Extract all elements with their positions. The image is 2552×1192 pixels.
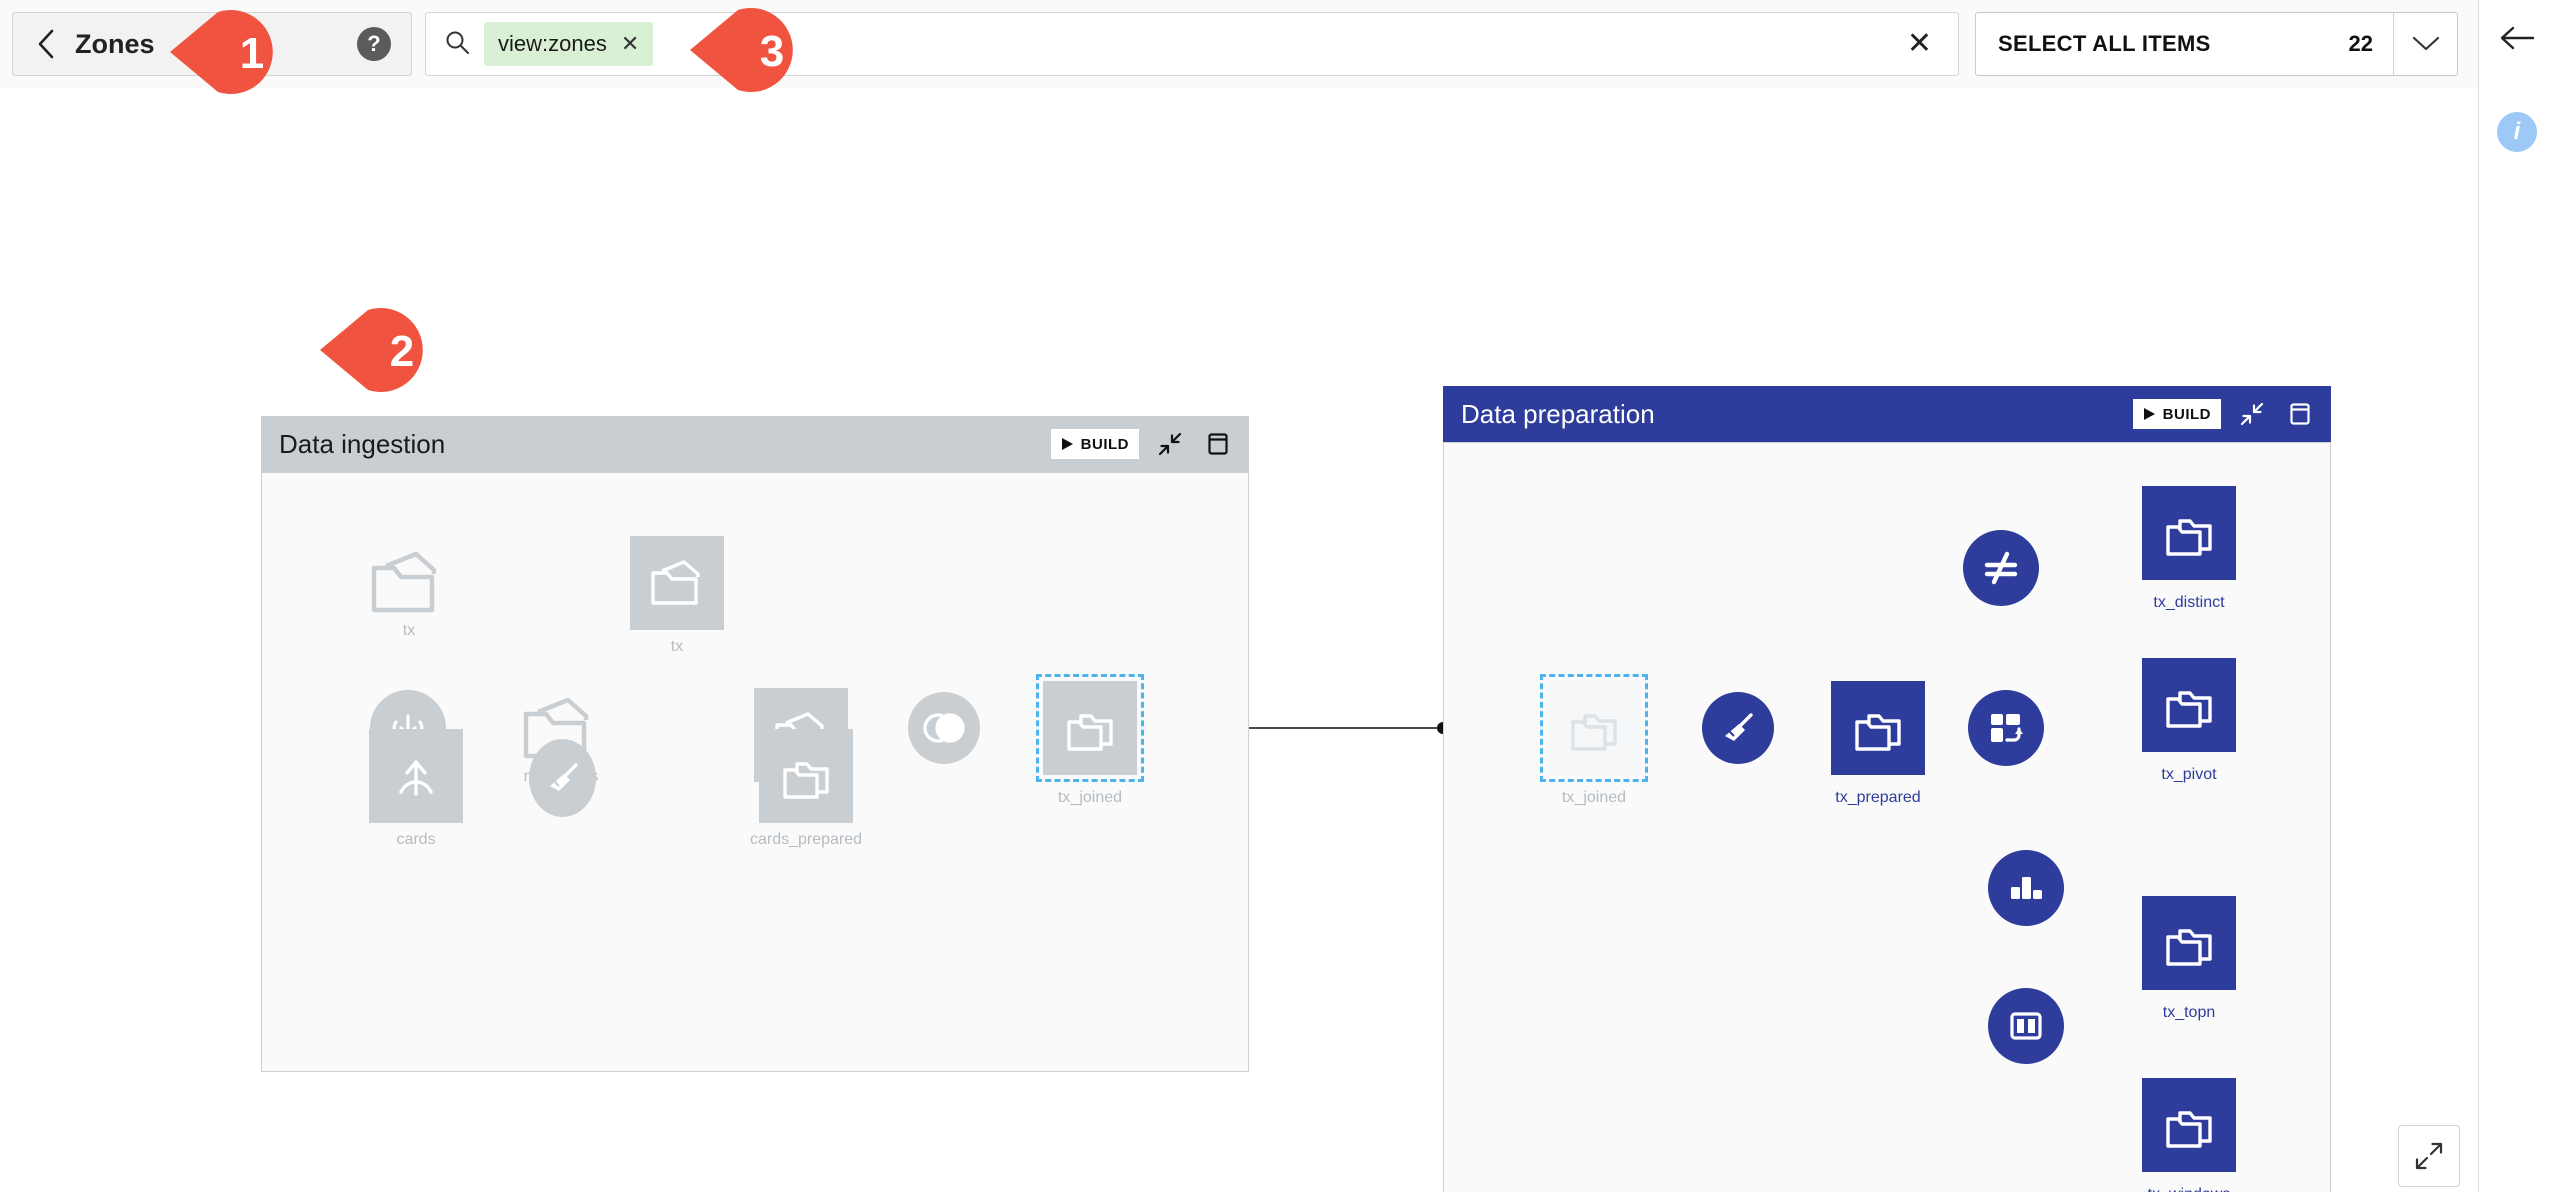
node-tx-distinct-dataset[interactable] [2142,486,2236,580]
window-columns-icon [2010,1012,2042,1040]
window-icon[interactable] [1201,427,1235,461]
node-cards-prepared-dataset[interactable] [759,729,853,823]
node-label: tx [670,638,684,655]
question-mark-icon[interactable]: ? [357,27,391,61]
callout-number: 2 [390,327,414,376]
node-tx-dataset[interactable] [630,536,724,630]
clear-search-icon[interactable]: ✕ [1899,29,1940,59]
window-icon[interactable] [2283,397,2317,431]
node-cards-dataset[interactable] [369,729,463,823]
arrow-left-icon[interactable] [2495,16,2539,60]
collapse-arrows-icon[interactable] [1153,427,1187,461]
select-all-label: SELECT ALL ITEMS [1998,31,2211,56]
node-prepare-recipe[interactable] [529,739,596,817]
node-tx-topn-dataset[interactable] [2142,896,2236,990]
node-tx-windows-dataset[interactable] [2142,1078,2236,1172]
callout-number: 3 [760,27,784,76]
app-root: Zones ? By value [0,0,2552,1192]
broom-icon [549,763,578,791]
collapse-arrows-icon[interactable] [2235,397,2269,431]
callout-2: 2 [320,308,423,392]
node-label: tx_distinct [2153,594,2225,611]
search-bar: view:zones ✕ ✕ [425,12,1959,76]
node-tx-pivot-dataset[interactable] [2142,658,2236,752]
right-rail: i [2478,0,2552,1192]
play-icon [2143,408,2155,420]
chevron-down-icon[interactable] [2393,13,2457,75]
node-tx-source[interactable] [368,548,450,623]
node-distinct-recipe[interactable] [1963,530,2039,606]
not-equal-icon [1984,551,2018,585]
node-label: tx_pivot [2161,766,2217,783]
node-tx-joined-dataset[interactable] [1036,674,1144,782]
search-filter-chip[interactable]: view:zones ✕ [484,22,654,66]
build-label: BUILD [1080,435,1129,453]
zone-header: Data preparation BUILD [1443,386,2331,442]
node-label: tx [402,622,416,639]
search-chip-label: view:zones [498,31,607,56]
play-icon [1061,438,1073,450]
flow-canvas[interactable]: Data ingestion BUILD Data preparation BU… [0,88,2478,1192]
search-icon [444,29,470,60]
callout-number: 1 [240,29,264,78]
select-all-items-control[interactable]: SELECT ALL ITEMS 22 [1975,12,2458,76]
callout-1: 1 [170,10,273,95]
node-label: tx_joined [1561,789,1627,806]
build-label: BUILD [2162,405,2211,423]
node-tx-prepared-dataset[interactable] [1831,681,1925,775]
node-topn-recipe[interactable] [1988,850,2064,926]
bar-chart-icon [2011,877,2042,899]
venn-join-icon [923,713,965,743]
zone-header: Data ingestion BUILD [261,416,1249,472]
info-icon[interactable]: i [2497,112,2537,152]
expand-diagonal-icon [2415,1142,2443,1170]
chevron-left-icon[interactable] [33,29,59,59]
zone-build-button[interactable]: BUILD [2132,399,2221,429]
node-label: tx_joined [1057,789,1123,806]
upload-icon [399,760,433,796]
zone-build-button[interactable]: BUILD [1050,429,1139,459]
node-label: tx_topn [2162,1004,2216,1021]
node-label: tx_windows [2148,1186,2231,1192]
pivot-icon [1991,714,2023,742]
node-label: tx_prepared [1835,789,1921,806]
node-prepare-recipe-2[interactable] [1702,692,1774,764]
node-label: cards_prepared [749,831,863,848]
callout-3: 3 [690,8,793,93]
node-tx-joined-ghost[interactable] [1540,674,1648,782]
node-join-recipe[interactable] [908,692,980,764]
close-icon[interactable]: ✕ [621,33,639,55]
node-window-recipe[interactable] [1988,988,2064,1064]
node-label: cards [396,831,436,848]
node-pivot-recipe[interactable] [1968,690,2044,766]
zone-name: Data ingestion [279,428,446,459]
zone-name: Data preparation [1461,398,1655,429]
select-all-count: 22 [2348,31,2373,56]
expand-canvas-button[interactable] [2398,1125,2460,1187]
broom-icon [1725,713,1753,741]
